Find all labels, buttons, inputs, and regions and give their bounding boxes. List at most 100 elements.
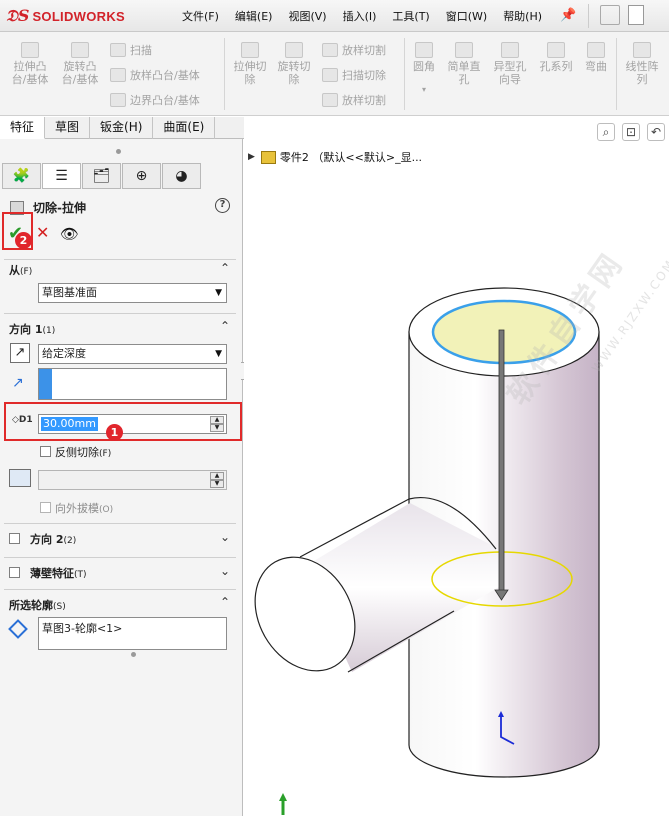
direction-of-extrusion-icon: ↗ [12, 375, 24, 391]
tab-surfaces[interactable]: 曲面(E) [153, 117, 216, 139]
fillet-dropdown-icon[interactable]: ▾ [406, 83, 442, 96]
selected-contours-section-header[interactable]: 所选轮廓(S) [9, 597, 66, 613]
loft-boss-icon [110, 68, 126, 82]
menu-help[interactable]: 帮助(H) [495, 8, 550, 24]
extrude-cut-button[interactable]: 拉伸切 除 [228, 42, 272, 86]
detailed-preview-eye-icon[interactable]: 👁 [60, 225, 79, 243]
menu-insert[interactable]: 插入(I) [335, 8, 385, 24]
thin-feature-checkbox[interactable] [9, 567, 20, 578]
contour-selection-icon [8, 619, 28, 639]
thin-feature-expand-chevron-icon[interactable]: ⌄ [220, 564, 230, 578]
loft-cut-2-button[interactable]: 放样切割 [322, 92, 386, 108]
flip-side-text: 反侧切除 [55, 446, 99, 459]
display-manager-tab-icon[interactable]: ◕ [162, 163, 201, 189]
help-icon[interactable]: ? [215, 198, 230, 213]
extrude-boss-button[interactable]: 拉伸凸 台/基体 [8, 42, 52, 86]
command-manager-ribbon: 拉伸凸 台/基体 旋转凸 台/基体 扫描 放样凸台/基体 边界凸台/基体 拉伸切… [0, 32, 669, 116]
flip-side-hint: (F) [99, 449, 112, 459]
spin-down-icon[interactable]: ▼ [210, 424, 224, 432]
direction1-collapse-chevron-icon[interactable]: ⌃ [220, 319, 230, 333]
hole-wizard-button[interactable]: 异型孔 向导 [488, 42, 532, 86]
selected-contours-list[interactable]: 草图3-轮廓<1> [38, 617, 227, 650]
section-divider [4, 259, 236, 260]
bend-label: 弯曲 [585, 60, 607, 73]
simple-hole-button[interactable]: 简单直 孔 [444, 42, 484, 86]
step-badge-1: 1 [106, 424, 123, 441]
tab-sketch[interactable]: 草图 [45, 117, 91, 139]
simple-hole-icon [455, 42, 473, 58]
revolve-cut-icon [285, 42, 303, 58]
revolve-cut-button[interactable]: 旋转切 除 [272, 42, 316, 86]
graphics-area[interactable]: ⌕ ⊡ ↶ ▶ 零件2 （默认<<默认>_显... 软件自学网 WWW.RJZX… [244, 117, 669, 816]
direction-of-extrusion-field[interactable] [38, 368, 227, 400]
menu-edit[interactable]: 编辑(E) [227, 8, 281, 24]
selected-contours-header-hint: (S) [53, 602, 66, 612]
depth-input[interactable]: 30.00mm ▲ ▼ [38, 414, 227, 434]
from-start-condition-select[interactable]: 草图基准面 ▼ [38, 283, 227, 303]
loft-cut-button[interactable]: 放样切割 [322, 42, 386, 58]
draft-outward-hint: (O) [99, 505, 114, 515]
section-divider [4, 523, 236, 524]
spin-up-icon[interactable]: ▲ [210, 416, 224, 424]
draft-outward-label: 向外拔模(O) [55, 500, 113, 516]
linear-pattern-button[interactable]: 线性阵 列 [620, 42, 664, 86]
selected-contours-collapse-chevron-icon[interactable]: ⌃ [220, 595, 230, 609]
fillet-button[interactable]: 圆角 ▾ [406, 42, 442, 96]
list-item[interactable]: 草图3-轮廓<1> [42, 620, 122, 636]
pin-icon[interactable]: 📌 [560, 8, 576, 23]
extrude-direction-arrow[interactable] [498, 329, 505, 595]
ribbon-separator [404, 38, 405, 110]
menu-file[interactable]: 文件(F) [174, 8, 227, 24]
sweep-button[interactable]: 扫描 [110, 42, 152, 58]
list-resize-grip[interactable] [131, 652, 136, 657]
extrude-boss-icon [21, 42, 39, 58]
bend-button[interactable]: 弯曲 [580, 42, 612, 73]
toolbar-separator [588, 4, 589, 28]
direction1-header-hint: (1) [42, 326, 56, 336]
thin-feature-section-header[interactable]: 薄壁特征(T) [30, 565, 87, 581]
boundary-boss-label: 边界凸台/基体 [130, 94, 200, 107]
menu-view[interactable]: 视图(V) [280, 8, 334, 24]
menu-window[interactable]: 窗口(W) [438, 8, 495, 24]
draft-toggle-icon[interactable] [9, 469, 31, 487]
ribbon-separator [616, 38, 617, 110]
3d-model-view[interactable] [244, 117, 669, 816]
from-collapse-chevron-icon[interactable]: ⌃ [220, 261, 230, 275]
home-icon[interactable] [600, 5, 620, 25]
dimxpert-tab-icon[interactable]: ⊕ [122, 163, 161, 189]
reverse-direction-icon[interactable]: ↗ [10, 343, 30, 363]
tab-sheet-metal[interactable]: 钣金(H) [90, 117, 154, 139]
direction2-expand-chevron-icon[interactable]: ⌄ [220, 530, 230, 544]
revolve-boss-label: 旋转凸 台/基体 [61, 60, 99, 86]
sweep-cut-button[interactable]: 扫描切除 [322, 67, 386, 83]
feature-tree-tab-icon[interactable]: 🧩 [2, 163, 41, 189]
loft-boss-button[interactable]: 放样凸台/基体 [110, 67, 200, 83]
boundary-boss-button[interactable]: 边界凸台/基体 [110, 92, 200, 108]
revolve-boss-button[interactable]: 旋转凸 台/基体 [58, 42, 102, 86]
menu-tools[interactable]: 工具(T) [384, 8, 437, 24]
new-document-icon[interactable] [628, 5, 644, 25]
panel-resize-grip[interactable] [116, 149, 121, 154]
direction2-header-hint: (2) [63, 536, 77, 546]
direction2-section-header[interactable]: 方向 2(2) [30, 531, 76, 547]
from-header-label: 从 [9, 264, 20, 277]
hole-series-button[interactable]: 孔系列 [534, 42, 578, 73]
flip-side-to-cut-checkbox[interactable] [40, 446, 51, 457]
extrude-cut-icon [241, 42, 259, 58]
revolve-boss-icon [71, 42, 89, 58]
direction1-section-header[interactable]: 方向 1(1) [9, 321, 55, 337]
configuration-manager-tab-icon[interactable]: 🗂 [82, 163, 121, 189]
direction2-checkbox[interactable] [9, 533, 20, 544]
cancel-x-icon[interactable]: ✕ [36, 223, 49, 242]
flip-side-to-cut-label: 反侧切除(F) [55, 444, 111, 460]
linear-pattern-icon [633, 42, 651, 58]
end-condition-select[interactable]: 给定深度 ▼ [38, 344, 227, 364]
property-manager-tab-icon[interactable]: ☰ [42, 163, 81, 189]
fillet-icon [415, 42, 433, 58]
solidworks-logo[interactable]: 𝔇S SOLIDWORKS [6, 5, 125, 27]
main-menu: 文件(F) 编辑(E) 视图(V) 插入(I) 工具(T) 窗口(W) 帮助(H… [174, 0, 550, 32]
simple-hole-label: 简单直 孔 [447, 60, 481, 86]
from-section-header[interactable]: 从(F) [9, 262, 32, 278]
tab-features[interactable]: 特征 [0, 117, 46, 139]
sweep-cut-label: 扫描切除 [342, 69, 386, 82]
